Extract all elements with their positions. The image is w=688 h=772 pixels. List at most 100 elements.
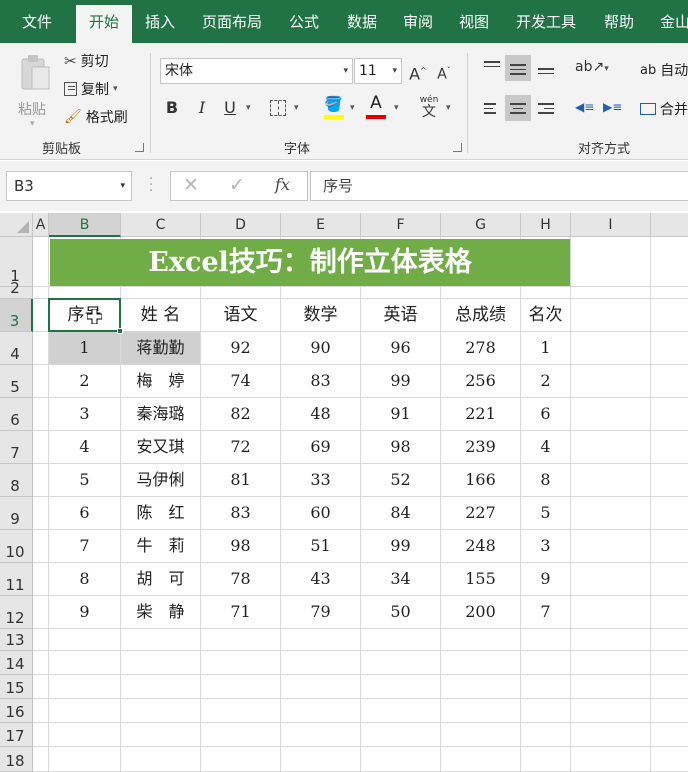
row-header-2[interactable]: 2 bbox=[0, 279, 33, 299]
table-cell[interactable]: 牛 莉 bbox=[121, 530, 200, 562]
row-header-13[interactable]: 13 bbox=[0, 629, 33, 651]
table-cell[interactable]: 72 bbox=[201, 431, 280, 463]
fill-color-dropdown-icon[interactable]: ▾ bbox=[350, 103, 355, 113]
table-cell[interactable]: 69 bbox=[281, 431, 360, 463]
fill-color-button[interactable]: 🪣 bbox=[324, 95, 344, 119]
font-name-select[interactable]: 宋体 ▾ bbox=[160, 58, 353, 84]
row-header-7[interactable]: 7 bbox=[0, 431, 33, 464]
column-header-F[interactable]: F bbox=[361, 213, 441, 237]
underline-button[interactable]: U bbox=[218, 96, 242, 120]
table-cell[interactable]: 2 bbox=[521, 365, 570, 397]
select-all-button[interactable] bbox=[0, 213, 33, 237]
table-cell[interactable]: 安又琪 bbox=[121, 431, 200, 463]
column-header-next[interactable] bbox=[651, 213, 688, 237]
table-cell[interactable]: 248 bbox=[441, 530, 520, 562]
row-header-17[interactable]: 17 bbox=[0, 723, 33, 747]
formula-input[interactable]: 序号 bbox=[310, 171, 688, 201]
table-cell[interactable]: 256 bbox=[441, 365, 520, 397]
table-cell[interactable]: 6 bbox=[49, 497, 120, 529]
table-cell[interactable]: 陈 红 bbox=[121, 497, 200, 529]
tab-7[interactable]: 视图 bbox=[451, 0, 497, 43]
phonetic-dropdown-icon[interactable]: ▾ bbox=[446, 103, 451, 113]
tab-4[interactable]: 公式 bbox=[283, 0, 325, 43]
italic-button[interactable]: I bbox=[190, 96, 214, 120]
table-cell[interactable]: 98 bbox=[201, 530, 280, 562]
borders-dropdown-icon[interactable]: ▾ bbox=[294, 103, 299, 113]
table-cell[interactable]: 92 bbox=[201, 332, 280, 364]
table-cell[interactable]: 90 bbox=[281, 332, 360, 364]
name-box[interactable]: B3 ▾ bbox=[6, 171, 132, 201]
table-cell[interactable]: 5 bbox=[49, 464, 120, 496]
tab-8[interactable]: 开发工具 bbox=[505, 0, 587, 43]
table-cell[interactable]: 胡 可 bbox=[121, 563, 200, 595]
align-left-button[interactable] bbox=[479, 95, 505, 121]
table-cell[interactable]: 98 bbox=[361, 431, 440, 463]
tab-0[interactable]: 文件 bbox=[6, 0, 68, 43]
table-cell[interactable]: 52 bbox=[361, 464, 440, 496]
table-cell[interactable]: 梅 婷 bbox=[121, 365, 200, 397]
align-bottom-button[interactable] bbox=[533, 55, 559, 81]
phonetic-button[interactable]: wén 文 bbox=[418, 95, 440, 121]
row-header-12[interactable]: 12 bbox=[0, 596, 33, 629]
tab-1[interactable]: 开始 bbox=[76, 5, 132, 43]
align-right-button[interactable] bbox=[533, 95, 559, 121]
row-header-11[interactable]: 11 bbox=[0, 563, 33, 596]
table-cell[interactable]: 91 bbox=[361, 398, 440, 430]
table-cell[interactable]: 74 bbox=[201, 365, 280, 397]
table-cell[interactable]: 83 bbox=[281, 365, 360, 397]
table-cell[interactable]: 7 bbox=[521, 596, 570, 628]
table-cell[interactable]: 1 bbox=[521, 332, 570, 364]
table-cell[interactable]: 99 bbox=[361, 365, 440, 397]
enter-icon[interactable]: ✓ bbox=[229, 174, 245, 196]
grow-font-button[interactable]: A^ bbox=[406, 59, 430, 83]
align-center-button[interactable] bbox=[505, 95, 531, 121]
table-cell[interactable]: 96 bbox=[361, 332, 440, 364]
row-header-4[interactable]: 4 bbox=[0, 332, 33, 365]
table-cell[interactable]: 2 bbox=[49, 365, 120, 397]
header-cell[interactable]: 总成绩 bbox=[441, 299, 520, 331]
column-header-I[interactable]: I bbox=[571, 213, 651, 237]
table-cell[interactable]: 3 bbox=[521, 530, 570, 562]
underline-dropdown-icon[interactable]: ▾ bbox=[246, 103, 251, 113]
row-header-5[interactable]: 5 bbox=[0, 365, 33, 398]
decrease-indent-button[interactable]: ◀≡ bbox=[573, 95, 599, 121]
table-cell[interactable]: 7 bbox=[49, 530, 120, 562]
table-cell[interactable]: 3 bbox=[49, 398, 120, 430]
font-color-button[interactable]: A bbox=[366, 93, 386, 119]
table-cell[interactable]: 4 bbox=[521, 431, 570, 463]
row-header-9[interactable]: 9 bbox=[0, 497, 33, 530]
table-cell[interactable]: 9 bbox=[521, 563, 570, 595]
format-painter-button[interactable]: 🖌 格式刷 bbox=[64, 107, 128, 127]
table-cell[interactable]: 227 bbox=[441, 497, 520, 529]
table-cell[interactable]: 166 bbox=[441, 464, 520, 496]
table-cell[interactable]: 221 bbox=[441, 398, 520, 430]
fill-handle[interactable] bbox=[117, 328, 123, 334]
tab-5[interactable]: 数据 bbox=[338, 0, 386, 43]
table-cell[interactable]: 34 bbox=[361, 563, 440, 595]
insert-function-icon[interactable]: fx bbox=[275, 175, 290, 194]
table-cell[interactable]: 马伊俐 bbox=[121, 464, 200, 496]
paste-button[interactable]: 粘贴 ▾ bbox=[14, 51, 56, 129]
table-cell[interactable]: 43 bbox=[281, 563, 360, 595]
table-cell[interactable]: 83 bbox=[201, 497, 280, 529]
header-cell[interactable]: 数学 bbox=[281, 299, 360, 331]
row-header-8[interactable]: 8 bbox=[0, 464, 33, 497]
row-header-18[interactable]: 18 bbox=[0, 747, 33, 772]
table-cell[interactable]: 71 bbox=[201, 596, 280, 628]
row-header-14[interactable]: 14 bbox=[0, 651, 33, 675]
table-cell[interactable]: 柴 静 bbox=[121, 596, 200, 628]
table-cell[interactable]: 6 bbox=[521, 398, 570, 430]
orientation-button[interactable]: ab↗▾ bbox=[575, 59, 609, 75]
row-header-10[interactable]: 10 bbox=[0, 530, 33, 563]
header-cell[interactable]: 姓 名 bbox=[121, 299, 200, 331]
cut-button[interactable]: ✂ 剪切 bbox=[64, 51, 109, 71]
table-cell[interactable]: 5 bbox=[521, 497, 570, 529]
copy-button[interactable]: 复制 ▾ bbox=[64, 79, 118, 99]
header-cell[interactable]: 名次 bbox=[521, 299, 570, 331]
table-cell[interactable]: 78 bbox=[201, 563, 280, 595]
row-header-15[interactable]: 15 bbox=[0, 675, 33, 699]
merge-center-button[interactable]: 合并 bbox=[640, 99, 688, 119]
column-header-D[interactable]: D bbox=[201, 213, 281, 237]
header-cell[interactable]: 语文 bbox=[201, 299, 280, 331]
shrink-font-button[interactable]: Aˇ bbox=[432, 59, 456, 83]
